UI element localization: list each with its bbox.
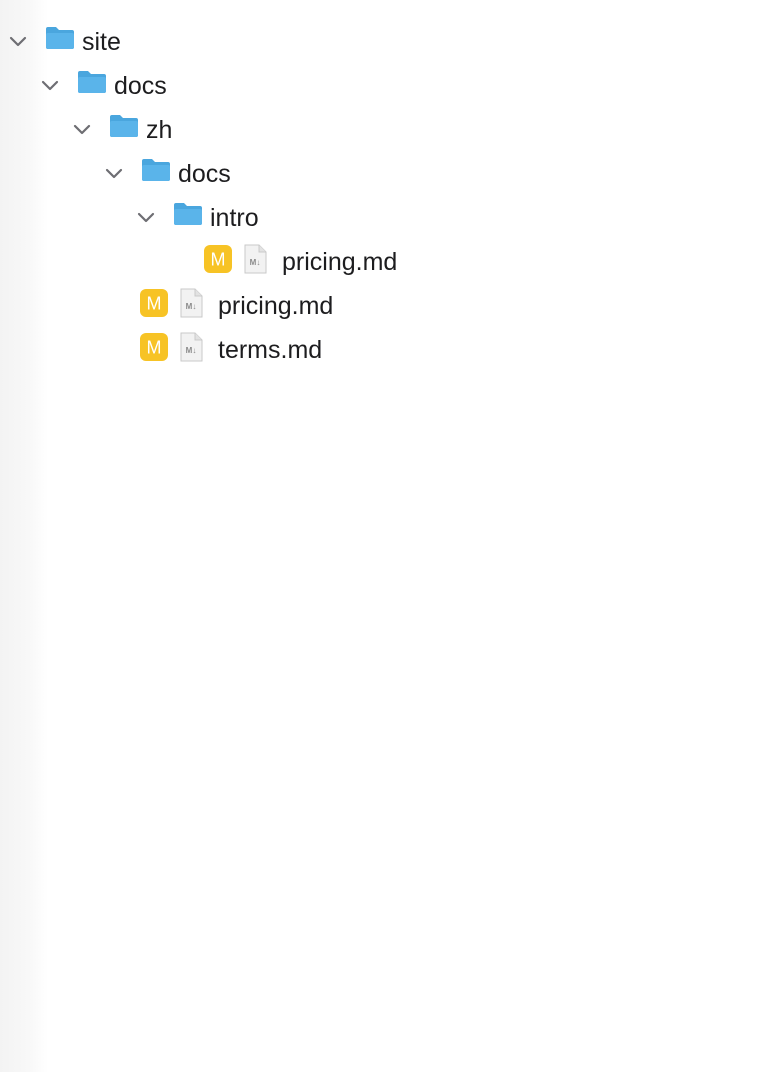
tree-item-label: terms.md: [218, 336, 323, 364]
svg-text:M: M: [147, 294, 162, 314]
folder-icon: [46, 27, 74, 49]
tree-item-zh[interactable]: zh: [0, 108, 768, 152]
tree-item-site[interactable]: site: [0, 20, 768, 64]
tree-item-docs[interactable]: docs: [0, 64, 768, 108]
tree-item-terms-md[interactable]: M M↓ terms.md: [0, 328, 768, 372]
svg-text:M: M: [211, 250, 226, 270]
chevron-down-icon[interactable]: [39, 76, 61, 96]
tree-item-label: docs: [178, 160, 231, 188]
tree-item-label: pricing.md: [282, 248, 398, 276]
tree-item-label: intro: [210, 204, 259, 232]
tree-item-zh-docs[interactable]: docs: [0, 152, 768, 196]
tree-item-label: docs: [114, 72, 167, 100]
folder-icon: [110, 115, 138, 137]
chevron-down-icon[interactable]: [103, 164, 125, 184]
modified-badge-icon: M: [140, 289, 168, 317]
tree-item-label: site: [82, 28, 121, 56]
modified-badge-icon: M: [204, 245, 232, 273]
folder-icon: [142, 159, 170, 181]
svg-text:M↓: M↓: [186, 346, 197, 355]
tree-item-label: pricing.md: [218, 292, 334, 320]
markdown-file-icon: M↓: [180, 288, 203, 318]
chevron-down-icon[interactable]: [135, 208, 157, 228]
tree-item-intro[interactable]: intro: [0, 196, 768, 240]
folder-icon: [174, 203, 202, 225]
modified-badge-icon: M: [140, 333, 168, 361]
tree-item-label: zh: [146, 116, 173, 144]
svg-text:M↓: M↓: [186, 302, 197, 311]
tree-item-intro-pricing-md[interactable]: M M↓ pricing.md: [0, 240, 768, 284]
markdown-file-icon: M↓: [180, 332, 203, 362]
tree-item-pricing-md[interactable]: M M↓ pricing.md: [0, 284, 768, 328]
chevron-down-icon[interactable]: [71, 120, 93, 140]
chevron-down-icon[interactable]: [7, 32, 29, 52]
folder-icon: [78, 71, 106, 93]
svg-text:M: M: [147, 338, 162, 358]
svg-text:M↓: M↓: [250, 258, 261, 267]
markdown-file-icon: M↓: [244, 244, 267, 274]
